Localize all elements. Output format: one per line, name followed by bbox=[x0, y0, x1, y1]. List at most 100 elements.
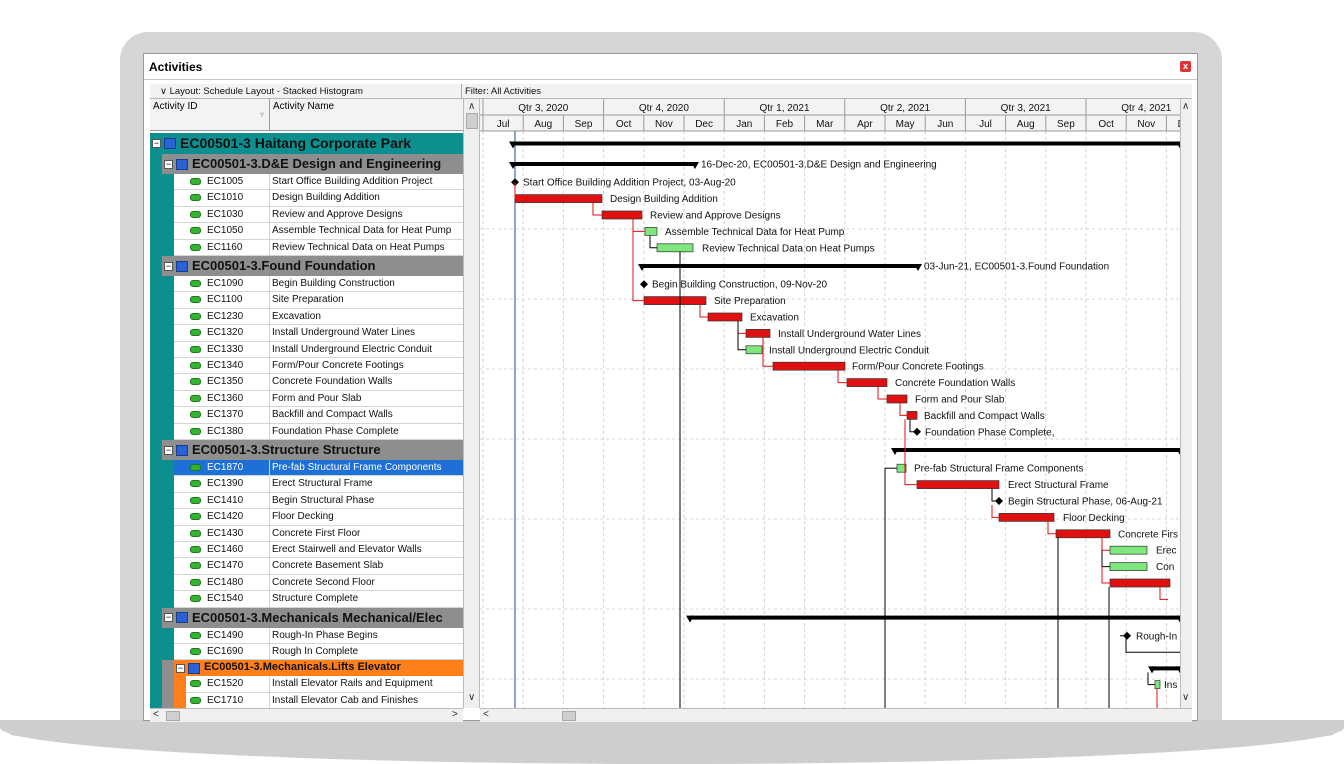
column-divider[interactable] bbox=[269, 99, 270, 131]
table-row[interactable]: EC1540 Structure Complete bbox=[150, 591, 463, 608]
critical-bar bbox=[1055, 529, 1111, 539]
table-row[interactable]: EC1470 Concrete Basement Slab bbox=[150, 558, 463, 575]
activity-name: Rough In Complete bbox=[272, 646, 359, 657]
row-cells: EC1420 Floor Decking bbox=[174, 509, 463, 526]
gantt-label: Floor Decking bbox=[1063, 513, 1125, 524]
table-horizontal-scrollbar[interactable]: < > bbox=[150, 708, 463, 722]
close-button[interactable]: x bbox=[1180, 61, 1191, 72]
wbs-indent-bar bbox=[150, 644, 162, 661]
scroll-thumb[interactable] bbox=[466, 113, 478, 129]
table-row[interactable]: EC1050 Assemble Technical Data for Heat P… bbox=[150, 223, 463, 240]
layout-selector[interactable]: ∨ Layout: Schedule Layout - Stacked Hist… bbox=[160, 86, 363, 97]
gantt-label: Concrete Firs bbox=[1118, 529, 1178, 540]
filter-label[interactable]: Filter: All Activities bbox=[465, 86, 541, 97]
wbs-indent-bar bbox=[150, 256, 162, 276]
wbs-row[interactable]: − EC00501-3.D&E Design and Engineering bbox=[162, 154, 463, 174]
collapse-toggle-icon[interactable]: − bbox=[152, 139, 161, 148]
table-row[interactable]: EC1030 Review and Approve Designs bbox=[150, 206, 463, 224]
table-vertical-scrollbar[interactable]: ∧ ∨ bbox=[463, 99, 480, 708]
scroll-right-icon[interactable]: > bbox=[452, 709, 458, 720]
wbs-row[interactable]: − EC00501-3 Haitang Corporate Park bbox=[150, 133, 463, 154]
row-cells: EC1100 Site Preparation bbox=[174, 292, 463, 309]
table-row[interactable]: EC1430 Concrete First Floor bbox=[150, 525, 463, 542]
wbs-indent-bar bbox=[150, 525, 162, 542]
wbs-row[interactable]: − EC00501-3.Structure Structure bbox=[162, 440, 463, 460]
scroll-thumb[interactable] bbox=[562, 711, 576, 721]
table-row[interactable]: EC1340 Form/Pour Concrete Footings bbox=[150, 358, 463, 375]
wbs-indent-bar bbox=[150, 374, 162, 391]
table-row[interactable]: EC1390 Erect Structural Frame bbox=[150, 476, 463, 493]
activities-window: Activities x ∨ Layout: Schedule Layout -… bbox=[143, 53, 1198, 722]
scroll-up-icon[interactable]: ∧ bbox=[1182, 101, 1189, 112]
gantt-label: Rough-In bbox=[1136, 631, 1177, 642]
table-row[interactable]: EC1160 Review Technical Data on Heat Pump… bbox=[150, 239, 463, 256]
sort-icon[interactable]: ▿ bbox=[260, 110, 264, 119]
scroll-down-icon[interactable]: ∨ bbox=[1182, 692, 1189, 703]
wbs-row[interactable]: − EC00501-3.Mechanicals Mechanical/Elec bbox=[162, 607, 463, 628]
wbs-icon bbox=[164, 138, 176, 149]
wbs-indent-bar bbox=[150, 558, 162, 575]
table-row[interactable]: EC1870 Pre-fab Structural Frame Component… bbox=[150, 460, 463, 477]
column-divider bbox=[269, 492, 270, 509]
wbs-indent-bar bbox=[174, 692, 186, 708]
table-row[interactable]: EC1420 Floor Decking bbox=[150, 509, 463, 526]
table-row[interactable]: EC1320 Install Underground Water Lines bbox=[150, 325, 463, 342]
column-header-activity-name[interactable]: Activity Name bbox=[273, 101, 334, 112]
column-header-activity-id[interactable]: Activity ID bbox=[153, 101, 197, 112]
wbs-indent-bar bbox=[150, 542, 162, 559]
wbs-indent-bar bbox=[162, 407, 174, 424]
column-divider bbox=[269, 325, 270, 341]
table-row[interactable]: EC1090 Begin Building Construction bbox=[150, 276, 463, 293]
table-row[interactable]: EC1360 Form and Pour Slab bbox=[150, 390, 463, 408]
table-row[interactable]: EC1690 Rough In Complete bbox=[150, 644, 463, 661]
table-row[interactable]: EC1410 Begin Structural Phase bbox=[150, 492, 463, 510]
gantt-label: Start Office Building Addition Project, … bbox=[523, 178, 736, 189]
collapse-toggle-icon[interactable]: − bbox=[164, 159, 173, 169]
table-row[interactable]: EC1230 Excavation bbox=[150, 308, 463, 326]
table-row[interactable]: EC1330 Install Underground Electric Condu… bbox=[150, 341, 463, 358]
activity-icon bbox=[190, 411, 201, 419]
column-divider bbox=[269, 206, 270, 223]
collapse-toggle-icon[interactable]: − bbox=[176, 663, 185, 673]
gantt-label: Review and Approve Designs bbox=[650, 211, 781, 222]
collapse-toggle-icon[interactable]: − bbox=[164, 445, 173, 455]
milestone-diamond bbox=[640, 280, 648, 289]
table-row[interactable]: EC1100 Site Preparation bbox=[150, 292, 463, 309]
table-row[interactable]: EC1710 Install Elevator Cab and Finishes bbox=[150, 692, 463, 708]
wbs-indent-bar bbox=[162, 460, 174, 477]
table-row[interactable]: EC1480 Concrete Second Floor bbox=[150, 574, 463, 592]
column-divider bbox=[269, 509, 270, 525]
relationship-line bbox=[699, 304, 708, 318]
column-divider bbox=[269, 542, 270, 558]
chevron-down-icon: ∨ bbox=[160, 86, 170, 97]
scroll-thumb[interactable] bbox=[166, 711, 180, 721]
wbs-row[interactable]: − EC00501-3.Mechanicals.Lifts Elevator bbox=[174, 660, 463, 677]
table-row[interactable]: EC1370 Backfill and Compact Walls bbox=[150, 407, 463, 424]
wbs-indent-bar bbox=[162, 292, 174, 309]
collapse-toggle-icon[interactable]: − bbox=[164, 261, 173, 271]
table-row[interactable]: EC1380 Foundation Phase Complete bbox=[150, 423, 463, 440]
wbs-icon bbox=[176, 612, 188, 624]
table-row[interactable]: EC1005 Start Office Building Addition Pro… bbox=[150, 174, 463, 191]
month-label: Aug bbox=[534, 119, 552, 130]
activity-icon bbox=[190, 345, 201, 353]
activity-name: Form/Pour Concrete Footings bbox=[272, 360, 404, 371]
collapse-toggle-icon[interactable]: − bbox=[164, 613, 173, 623]
scroll-down-icon[interactable]: ∨ bbox=[468, 692, 475, 703]
scroll-left-icon[interactable]: < bbox=[153, 709, 159, 720]
scroll-left-icon[interactable]: < bbox=[483, 709, 489, 720]
table-row[interactable]: EC1520 Install Elevator Rails and Equipme… bbox=[150, 676, 463, 693]
gantt-vertical-scrollbar[interactable]: ∧ ∨ bbox=[1180, 99, 1192, 708]
month-label: Oct bbox=[616, 119, 632, 130]
gantt-label: Review Technical Data on Heat Pumps bbox=[702, 243, 875, 254]
gantt-horizontal-scrollbar[interactable]: < bbox=[480, 708, 1192, 722]
table-row[interactable]: EC1490 Rough-In Phase Begins bbox=[150, 627, 463, 644]
row-cells: EC1330 Install Underground Electric Condu… bbox=[174, 341, 463, 358]
table-row[interactable]: EC1010 Design Building Addition bbox=[150, 190, 463, 207]
activity-name: Erect Structural Frame bbox=[272, 478, 373, 490]
table-row[interactable]: EC1460 Erect Stairwell and Elevator Walls bbox=[150, 542, 463, 559]
wbs-row[interactable]: − EC00501-3.Found Foundation bbox=[162, 256, 463, 276]
table-row[interactable]: EC1350 Concrete Foundation Walls bbox=[150, 374, 463, 391]
scroll-up-icon[interactable]: ∧ bbox=[468, 101, 475, 112]
wbs-indent-bar bbox=[162, 476, 174, 493]
